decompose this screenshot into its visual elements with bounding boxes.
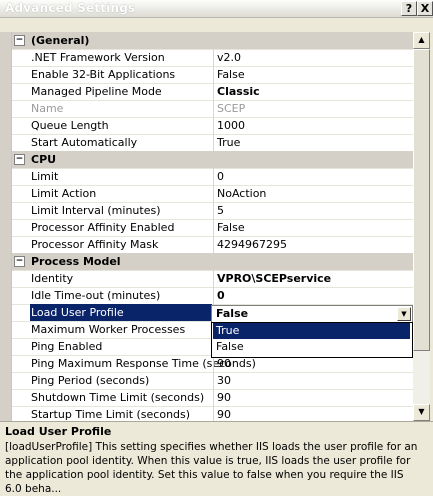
property-name: Limit [31, 170, 59, 183]
window-title: Advanced Settings [5, 1, 136, 15]
category-general[interactable]: − (General) [12, 32, 414, 50]
property-name: Shutdown Time Limit (seconds) [31, 391, 205, 404]
collapse-icon[interactable]: − [14, 35, 25, 46]
property-row[interactable]: Managed Pipeline Mode Classic [12, 83, 414, 101]
property-name: Ping Enabled [31, 340, 103, 353]
property-name: Limit Interval (minutes) [31, 204, 161, 217]
property-name: .NET Framework Version [31, 51, 165, 64]
property-value[interactable]: 1000 [217, 119, 245, 132]
property-row[interactable]: Start Automatically True [12, 134, 414, 152]
property-value[interactable]: Classic [217, 85, 260, 98]
category-process-model[interactable]: − Process Model [12, 253, 414, 271]
description-text: [loadUserProfile] This setting specifies… [5, 441, 418, 495]
category-label: (General) [31, 34, 90, 47]
property-row[interactable]: Identity VPRO\SCEPservice [12, 270, 414, 288]
category-label: Process Model [31, 255, 121, 268]
property-row[interactable]: Ping Period (seconds) 30 [12, 372, 414, 390]
property-value: SCEP [217, 102, 246, 115]
property-row[interactable]: Processor Affinity Enabled False [12, 219, 414, 237]
property-row[interactable]: Startup Time Limit (seconds) 90 [12, 406, 414, 421]
property-name: Maximum Worker Processes [31, 323, 186, 336]
property-name: Processor Affinity Enabled [31, 221, 175, 234]
property-value[interactable]: 5 [217, 204, 224, 217]
property-name: Identity [31, 272, 74, 285]
help-button[interactable]: ? [401, 1, 417, 16]
property-value[interactable]: NoAction [217, 187, 266, 200]
chevron-down-icon[interactable]: ▼ [397, 307, 411, 321]
dropdown-list[interactable]: True False [211, 322, 413, 358]
property-value[interactable]: False [217, 221, 245, 234]
vertical-scrollbar[interactable]: ▲ ▼ [413, 32, 430, 421]
property-grid: − (General) .NET Framework Version v2.0 E… [11, 32, 414, 421]
scrollbar-thumb[interactable] [413, 49, 430, 351]
property-name: Limit Action [31, 187, 97, 200]
collapse-icon[interactable]: − [14, 154, 25, 165]
property-value[interactable]: v2.0 [217, 51, 241, 64]
property-row: Name SCEP [12, 100, 414, 118]
property-value[interactable]: False [217, 68, 245, 81]
title-bar: Advanced Settings ? X [0, 0, 433, 18]
load-user-profile-select[interactable]: False ▼ [211, 305, 413, 323]
property-name: Load User Profile [30, 304, 212, 321]
close-button[interactable]: X [417, 1, 433, 16]
property-name: Ping Period (seconds) [31, 374, 150, 387]
property-row[interactable]: Limit Action NoAction [12, 185, 414, 203]
property-value[interactable]: 30 [217, 374, 231, 387]
property-row[interactable]: Processor Affinity Mask 4294967295 [12, 236, 414, 254]
option-true[interactable]: True [213, 323, 410, 339]
scroll-down-arrow-icon[interactable]: ▼ [413, 404, 430, 421]
property-name: Queue Length [31, 119, 109, 132]
property-name: Managed Pipeline Mode [31, 85, 162, 98]
property-row[interactable]: .NET Framework Version v2.0 [12, 49, 414, 67]
property-value[interactable]: True [217, 136, 240, 149]
property-name: Enable 32-Bit Applications [31, 68, 176, 81]
property-value[interactable]: 90 [217, 391, 231, 404]
property-row[interactable]: Shutdown Time Limit (seconds) 90 [12, 389, 414, 407]
option-false[interactable]: False [213, 339, 410, 355]
property-row[interactable]: Queue Length 1000 [12, 117, 414, 135]
select-value: False [216, 307, 249, 320]
property-value[interactable]: 4294967295 [217, 238, 287, 251]
property-name: Name [31, 102, 64, 115]
property-row[interactable]: Enable 32-Bit Applications False [12, 66, 414, 84]
property-value[interactable]: 90 [217, 357, 231, 370]
scroll-up-arrow-icon[interactable]: ▲ [413, 32, 430, 49]
property-grid-gutter [0, 32, 11, 421]
property-row[interactable]: Idle Time-out (minutes) 0 [12, 287, 414, 305]
property-name: Processor Affinity Mask [31, 238, 159, 251]
collapse-icon[interactable]: − [14, 256, 25, 267]
property-row[interactable]: Limit Interval (minutes) 5 [12, 202, 414, 220]
description-title: Load User Profile [5, 425, 112, 438]
property-value[interactable]: 0 [217, 170, 224, 183]
property-name: Startup Time Limit (seconds) [31, 408, 191, 421]
property-name: Start Automatically [31, 136, 138, 149]
property-name: Idle Time-out (minutes) [31, 289, 161, 302]
description-panel: Load User Profile [loadUserProfile] This… [0, 421, 433, 495]
property-value[interactable]: 90 [217, 408, 231, 421]
property-value[interactable]: VPRO\SCEPservice [217, 272, 331, 285]
property-row[interactable]: Limit 0 [12, 168, 414, 186]
category-cpu[interactable]: − CPU [12, 151, 414, 169]
property-value[interactable]: 0 [217, 289, 225, 302]
category-label: CPU [31, 153, 57, 166]
